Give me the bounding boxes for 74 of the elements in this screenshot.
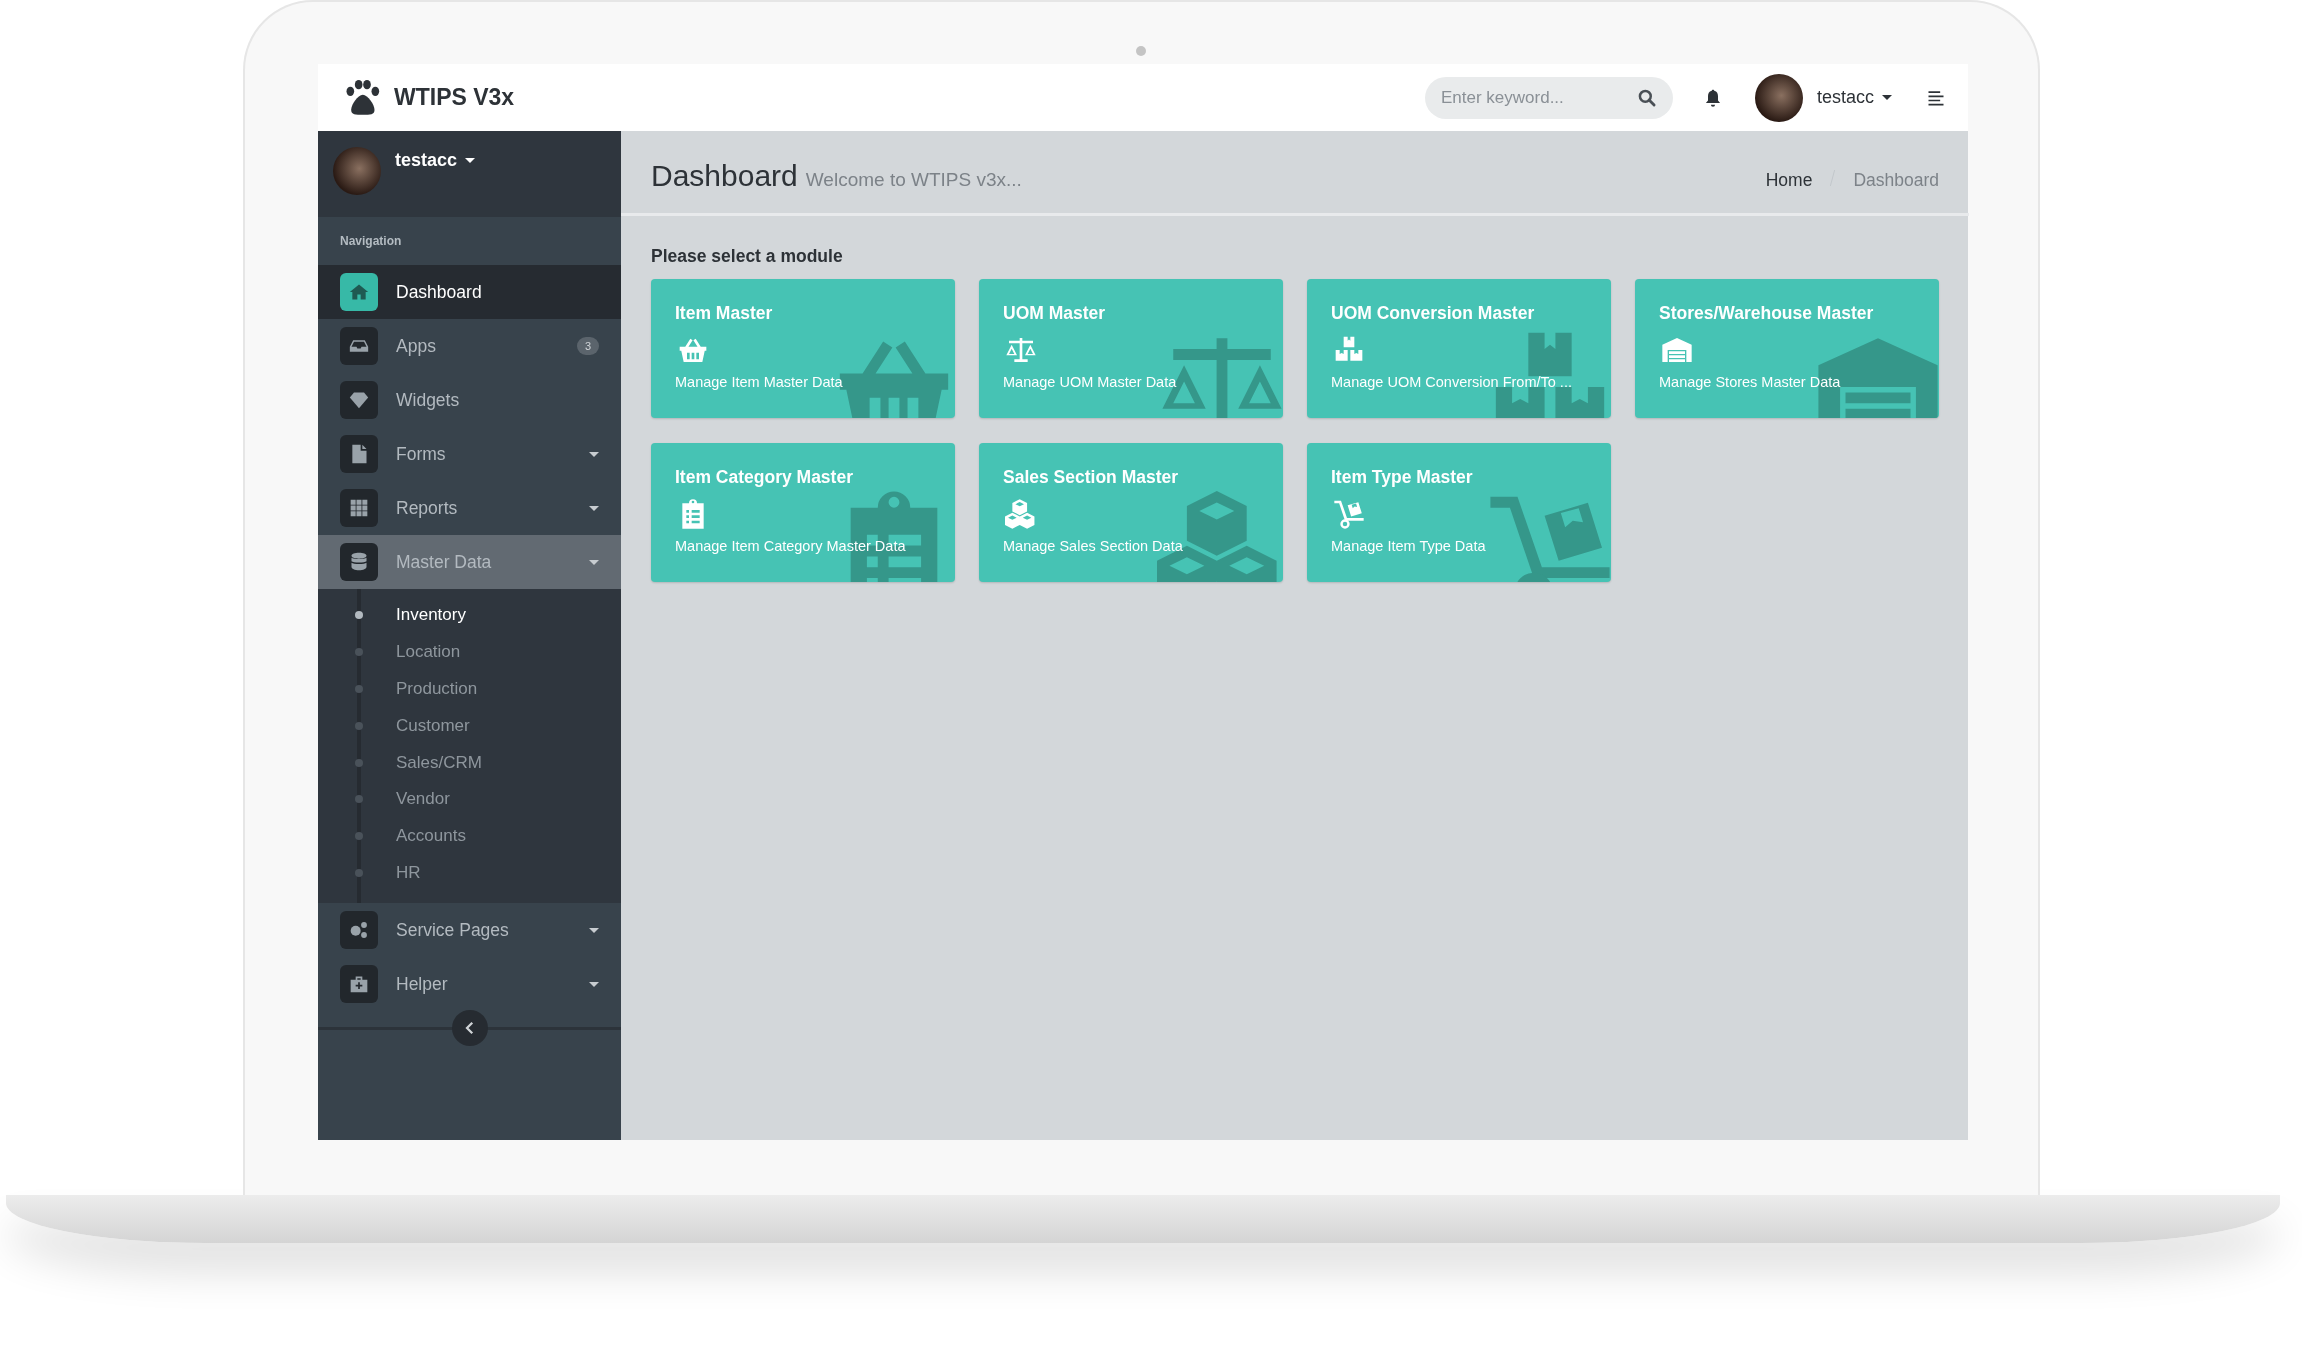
module-tile[interactable]: Sales Section Master Manage Sales Section Data <box>979 443 1283 582</box>
tile-title: Item Type Master <box>1331 467 1473 488</box>
tile-description: Manage Item Category Master Data <box>675 538 906 554</box>
user-menu-button[interactable]: testacc <box>1816 87 1892 108</box>
bullet-dot <box>355 611 363 620</box>
gem-icon <box>349 390 369 410</box>
tile-description: Manage Item Master Data <box>675 374 843 390</box>
grid-icon <box>349 498 369 518</box>
sidebar-item-label: Forms <box>396 443 447 465</box>
module-tile[interactable]: Item Master Manage Item Master Data <box>651 279 955 418</box>
sidebar-item-label: Reports <box>396 497 459 519</box>
page-title: Dashboard <box>651 159 798 193</box>
page-subtitle: Welcome to WTIPS v3x... <box>805 169 1022 191</box>
tile-title: Item Master <box>675 303 773 324</box>
profile-menu-button[interactable]: testacc <box>395 150 476 171</box>
bullet-dot <box>355 648 363 657</box>
database-icon <box>349 552 369 572</box>
module-tile[interactable]: Item Category Master Manage Item Category Master Data <box>651 443 955 582</box>
tile-description: Manage UOM Conversion From/To ... <box>1331 374 1572 390</box>
sidebar-item[interactable]: Service Pages <box>318 903 621 958</box>
submenu-item[interactable]: Sales/CRM <box>396 752 482 773</box>
module-tile[interactable]: UOM Master Manage UOM Master Data <box>979 279 1283 418</box>
search-field[interactable]: Enter keyword... <box>1424 76 1673 119</box>
sidebar-item[interactable]: Forms <box>318 427 621 481</box>
sidebar-item[interactable]: Widgets <box>318 373 621 427</box>
section-label: Navigation <box>340 234 402 248</box>
section-heading: Please select a module <box>650 245 844 268</box>
sidebar-item[interactable]: Apps 3 <box>318 319 621 373</box>
home-icon <box>349 282 369 302</box>
collapse-sidebar-button[interactable] <box>451 1010 488 1047</box>
bullet-dot <box>355 721 363 730</box>
sidebar-item-label: Master Data <box>396 551 493 573</box>
sidebar-item[interactable]: Dashboard <box>318 265 621 319</box>
bullet-dot <box>355 758 363 767</box>
count-badge: 3 <box>576 337 599 355</box>
tile-description: Manage Stores Master Data <box>1659 374 1841 390</box>
submenu-item[interactable]: Location <box>396 642 461 663</box>
tile-description: Manage UOM Master Data <box>1003 374 1177 390</box>
sidebar-item-label: Widgets <box>396 389 461 411</box>
bullet-dot <box>355 868 363 877</box>
sidebar-item[interactable]: Helper <box>318 957 621 1012</box>
submenu-item[interactable]: Inventory <box>396 605 466 626</box>
file-icon <box>349 444 369 464</box>
breadcrumb-link[interactable]: Home <box>1765 170 1813 191</box>
module-tile[interactable]: UOM Conversion Master Manage UOM Conversion From/To ... <box>1307 279 1611 418</box>
app-logo-text: WTIPS V3x <box>394 84 515 111</box>
bullet-dot <box>355 795 363 804</box>
dolly-icon <box>1331 498 1367 530</box>
submenu-item[interactable]: Production <box>396 679 478 699</box>
tile-title: UOM Master <box>1003 303 1106 324</box>
sidebar-item-label: Dashboard <box>396 281 483 303</box>
tile-title: Stores/Warehouse Master <box>1659 303 1874 324</box>
tile-description: Manage Sales Section Data <box>1003 538 1183 554</box>
sidebar-item-label: Helper <box>396 973 449 995</box>
submenu-item[interactable]: HR <box>396 862 421 883</box>
submenu-item[interactable]: Customer <box>396 715 470 736</box>
tile-title: Item Category Master <box>675 467 853 488</box>
tile-title: UOM Conversion Master <box>1331 303 1535 324</box>
bullet-dot <box>355 685 363 693</box>
breadcrumb-link[interactable]: Dashboard <box>1853 170 1939 191</box>
sidebar-item-label: Apps <box>396 335 437 357</box>
medkit-icon <box>349 974 369 995</box>
tile-title: Sales Section Master <box>1003 467 1179 488</box>
module-tile[interactable]: Stores/Warehouse Master Manage Stores Master Data <box>1635 279 1939 418</box>
search-icon[interactable] <box>1636 87 1657 108</box>
sidebar-item[interactable]: Master Data <box>318 535 621 589</box>
sidebar-item[interactable]: Reports <box>318 481 621 535</box>
module-tile[interactable]: Item Type Master Manage Item Type Data <box>1307 443 1611 582</box>
camera-dot <box>1136 46 1146 56</box>
bullet-dot <box>355 832 363 841</box>
submenu-item[interactable]: Accounts <box>396 826 466 847</box>
tile-description: Manage Item Type Data <box>1331 538 1486 554</box>
sidebar-item-label: Service Pages <box>396 919 510 941</box>
submenu-item[interactable]: Vendor <box>396 789 450 810</box>
